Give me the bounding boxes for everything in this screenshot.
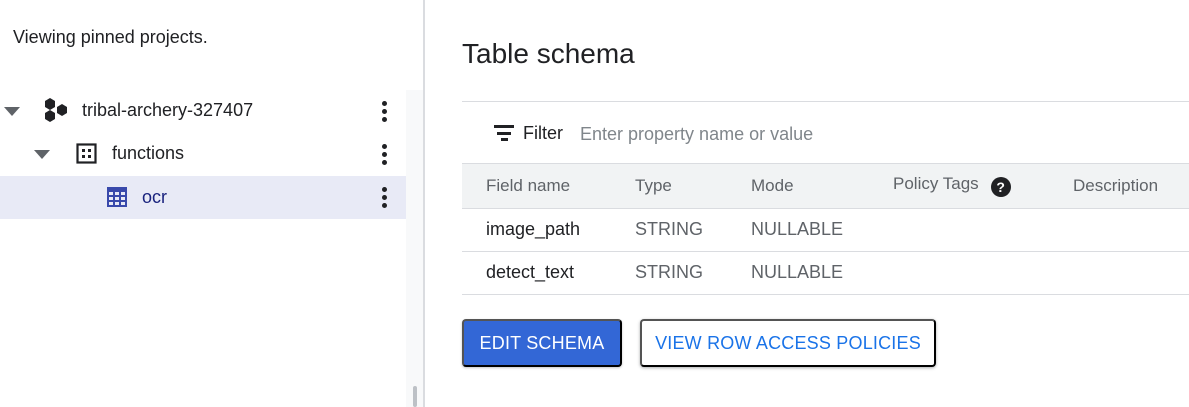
- scrollbar-thumb[interactable]: [413, 386, 417, 407]
- explorer-panel: Viewing pinned projects. tribal-archery-…: [0, 0, 425, 407]
- scrollbar-track[interactable]: [406, 90, 423, 407]
- pinned-projects-note: Viewing pinned projects.: [13, 27, 208, 47]
- project-hexagons-icon: [42, 97, 70, 123]
- view-row-access-policies-button[interactable]: VIEW ROW ACCESS POLICIES: [640, 319, 936, 367]
- edit-schema-button[interactable]: EDIT SCHEMA: [462, 319, 622, 367]
- cell-description: [1073, 251, 1189, 294]
- tree-item-label: tribal-archery-327407: [82, 100, 254, 120]
- schema-table: Field name Type Mode Policy Tags? Descri…: [462, 164, 1189, 295]
- more-options-icon[interactable]: [374, 183, 394, 211]
- policy-tags-label: Policy Tags: [893, 174, 979, 194]
- page-title: Table schema: [462, 38, 635, 69]
- cell-mode: NULLABLE: [751, 262, 844, 282]
- column-header-description: Description: [1073, 175, 1159, 195]
- filter-input[interactable]: [580, 116, 1170, 152]
- column-header-type: Type: [635, 175, 672, 195]
- cell-type: STRING: [635, 262, 704, 282]
- more-options-icon[interactable]: [374, 140, 394, 168]
- filter-bar: Filter: [462, 102, 1189, 164]
- filter-icon: [493, 125, 515, 141]
- column-header-field-name: Field name: [486, 175, 571, 195]
- tree-item-label: functions: [112, 143, 185, 163]
- collapse-caret-icon[interactable]: [4, 107, 20, 116]
- tree-item-project[interactable]: tribal-archery-327407: [0, 89, 406, 132]
- bigquery-app: Viewing pinned projects. tribal-archery-…: [0, 0, 1189, 407]
- column-header-policy-tags: Policy Tags?: [893, 164, 1073, 208]
- cell-mode: NULLABLE: [751, 219, 844, 239]
- schema-table-container: Filter Field name Type Mode Policy Tags?…: [462, 101, 1189, 295]
- cell-policy-tags: [893, 208, 1073, 251]
- table-row: image_path STRING NULLABLE: [462, 208, 1189, 251]
- cell-field-name: detect_text: [486, 262, 575, 282]
- cell-field-name: image_path: [486, 219, 581, 239]
- filter-label: Filter: [523, 123, 563, 143]
- more-options-icon[interactable]: [374, 97, 394, 125]
- cell-policy-tags: [893, 251, 1073, 294]
- cell-type: STRING: [635, 219, 704, 239]
- cell-description: [1073, 208, 1189, 251]
- column-header-mode: Mode: [751, 175, 794, 195]
- table-header-row: Field name Type Mode Policy Tags? Descri…: [462, 164, 1189, 208]
- help-icon[interactable]: ?: [990, 177, 1011, 198]
- collapse-caret-icon[interactable]: [34, 150, 50, 159]
- tree-item-table[interactable]: ocr: [0, 176, 406, 219]
- table-row: detect_text STRING NULLABLE: [462, 251, 1189, 294]
- tree-item-label: ocr: [142, 187, 168, 207]
- tree-item-dataset[interactable]: functions: [0, 132, 406, 175]
- table-icon: [106, 186, 128, 208]
- dataset-icon: [76, 143, 97, 164]
